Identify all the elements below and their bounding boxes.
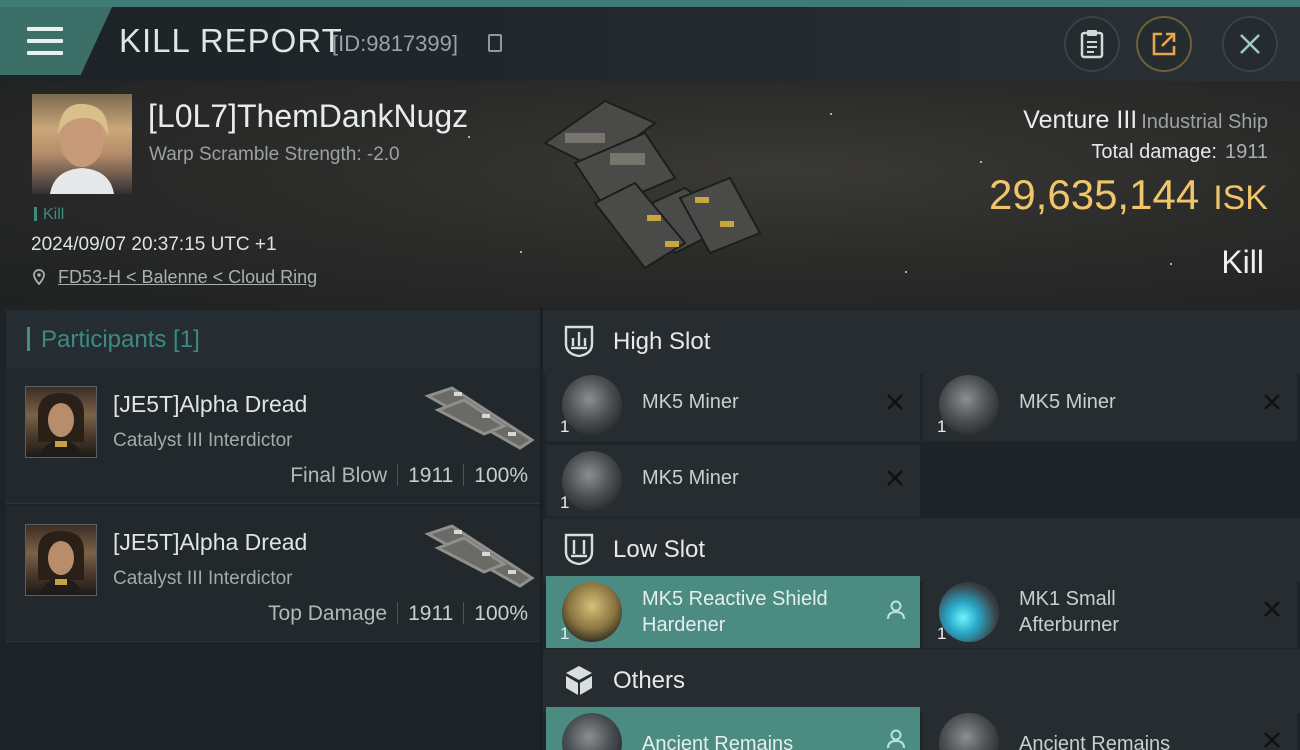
item-quantity: 1 [560, 624, 570, 643]
warp-scramble-strength: Warp Scramble Strength: -2.0 [149, 144, 400, 165]
share-icon [1152, 32, 1176, 56]
participant-ship-image [424, 386, 535, 450]
clipboard-button[interactable] [1064, 16, 1120, 72]
item-icon [562, 375, 622, 435]
top-accent-line [0, 0, 1300, 7]
participant-stats: Final Blow 1911 100% [290, 464, 528, 488]
participant-ship-image [424, 524, 535, 588]
cargo-box-icon [566, 666, 592, 695]
destroyed-x-icon [887, 394, 903, 410]
victim-pilot-name[interactable]: [L0L7]ThemDankNugz [148, 98, 468, 135]
participant-percent: 100% [474, 602, 528, 625]
participant-role: Top Damage [268, 602, 388, 625]
total-damage-value: 1911 [1224, 141, 1268, 163]
item-icon [939, 582, 999, 642]
item-name: Ancient Remains [642, 733, 794, 750]
copy-icon[interactable] [488, 34, 502, 52]
report-id: [ID:9817399] [332, 31, 458, 56]
kill-location[interactable]: FD53-H < Balenne < Cloud Ring [33, 267, 317, 288]
participant-avatar [25, 524, 97, 596]
item-name: MK5 Miner [1019, 391, 1116, 413]
fitting-panel: High Slot 1 MK5 Miner 1 MK5 Miner 1 MK5 … [543, 308, 1300, 750]
fitting-item[interactable]: 1 MK5 Miner [923, 369, 1297, 441]
fitting-item[interactable]: 1 MK5 Reactive Shield Hardener [546, 576, 920, 648]
low-slot-header: Low Slot [543, 518, 1300, 582]
participant-role: Final Blow [290, 464, 388, 487]
victim-summary: [L0L7]ThemDankNugz Warp Scramble Strengt… [0, 81, 1300, 308]
others-header: Others [543, 649, 1300, 713]
participant-name: [JE5T]Alpha Dread [113, 529, 308, 555]
fitting-item[interactable]: Ancient Remains [546, 707, 920, 750]
low-slot-title: Low Slot [613, 536, 706, 563]
item-icon [939, 713, 999, 750]
victim-ship[interactable]: Venture III Industrial Ship [1023, 106, 1268, 135]
destroyed-x-icon [1264, 601, 1280, 617]
dropped-person-icon [887, 600, 905, 620]
item-icon [562, 451, 622, 511]
participant-damage: 1911 [408, 464, 454, 487]
high-slot-header: High Slot [543, 310, 1300, 374]
destroyed-x-icon [887, 470, 903, 486]
share-button[interactable] [1136, 16, 1192, 72]
participant-avatar [25, 386, 97, 458]
total-damage-label: Total damage: [1091, 141, 1217, 163]
fitting-item[interactable]: 1 MK5 Miner [546, 445, 920, 517]
clipboard-icon [1080, 30, 1104, 59]
fitting-item[interactable]: Ancient Remains [923, 707, 1297, 750]
item-quantity: 1 [937, 417, 947, 436]
fitting-item[interactable]: 1 MK1 Small Afterburner [923, 576, 1297, 648]
ship-model-image [543, 99, 762, 270]
kill-datetime: 2024/09/07 20:37:15 UTC +1 [31, 234, 277, 255]
fitting-item[interactable]: 1 MK5 Miner [546, 369, 920, 441]
participant-percent: 100% [474, 464, 528, 487]
participant-ship: Catalyst III Interdictor [113, 568, 293, 589]
item-name: MK5 Miner [642, 467, 739, 489]
location-link[interactable]: FD53-H < Balenne < Cloud Ring [58, 267, 317, 287]
low-slot-icon [564, 533, 594, 566]
participant-damage: 1911 [408, 602, 454, 625]
item-name: MK5 Miner [642, 391, 739, 413]
participants-title: Participants [1] [41, 326, 200, 353]
kill-tag: Kill [34, 206, 64, 224]
participant-row[interactable]: [JE5T]Alpha Dread Catalyst III Interdict… [6, 368, 540, 504]
participant-ship: Catalyst III Interdictor [113, 430, 293, 451]
isk-amount: 29,635,144 [988, 171, 1200, 218]
item-name: MK5 Reactive Shield Hardener [642, 588, 828, 636]
kill-outcome: Kill [1221, 244, 1264, 280]
victim-ship-name: Venture III [1023, 106, 1138, 134]
participant-stats: Top Damage 1911 100% [268, 602, 528, 626]
isk-unit: ISK [1213, 179, 1268, 217]
victim-ship-class: Industrial Ship [1141, 111, 1268, 133]
high-slot-title: High Slot [613, 328, 711, 355]
total-damage: Total damage: 1911 [1091, 141, 1268, 164]
high-slot-icon [564, 325, 594, 358]
page-title: KILL REPORT [119, 22, 343, 59]
item-quantity: 1 [560, 417, 570, 436]
close-button[interactable] [1222, 16, 1278, 72]
item-icon [562, 713, 622, 750]
dropped-person-icon [887, 729, 905, 749]
others-title: Others [613, 667, 686, 694]
participant-row[interactable]: [JE5T]Alpha Dread Catalyst III Interdict… [6, 506, 540, 642]
item-icon [562, 582, 622, 642]
item-name: MK1 Small Afterburner [1019, 588, 1120, 636]
isk-value: 29,635,144 ISK [989, 171, 1268, 219]
destroyed-x-icon [1264, 732, 1280, 748]
item-icon [939, 375, 999, 435]
location-pin-icon [33, 269, 45, 286]
menu-icon [27, 27, 63, 57]
participants-header: Participants [1] [6, 310, 540, 368]
victim-portrait[interactable] [32, 94, 132, 194]
item-name: Ancient Remains [1019, 733, 1171, 750]
close-icon [1240, 34, 1260, 54]
participants-panel: Participants [1] [JE5T]Alpha Dread Catal… [0, 308, 540, 750]
item-quantity: 1 [560, 493, 570, 512]
item-quantity: 1 [937, 624, 947, 643]
destroyed-x-icon [1264, 394, 1280, 410]
participant-name: [JE5T]Alpha Dread [113, 391, 308, 417]
